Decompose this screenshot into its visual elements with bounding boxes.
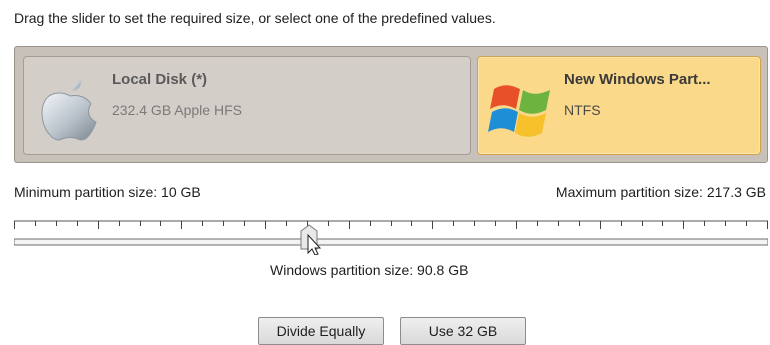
partition-title: Local Disk (*) [112,71,208,88]
partition-subtitle: NTFS [564,102,601,118]
slider-track [14,238,768,246]
partition-subtitle: 232.4 GB Apple HFS [112,102,242,118]
apple-icon [41,80,97,141]
maximum-size-label: Maximum partition size: 217.3 GB [555,184,766,200]
partition-card-new-windows[interactable]: New Windows Part... NTFS [477,56,761,155]
slider-ticks [14,221,768,229]
use-32gb-button[interactable]: Use 32 GB [400,317,526,345]
windows-partition-size-label: Windows partition size: 90.8 GB [270,262,469,278]
instruction-text: Drag the slider to set the required size… [14,10,496,26]
divide-equally-button[interactable]: Divide Equally [258,317,384,345]
minimum-size-label: Minimum partition size: 10 GB [14,184,201,200]
partition-size-slider[interactable] [14,213,768,255]
partition-card-local-disk[interactable]: Local Disk (*) 232.4 GB Apple HFS [23,56,471,155]
windows-logo-icon [488,85,550,137]
slider-thumb[interactable] [300,224,322,255]
partition-panel: Local Disk (*) 232.4 GB Apple HFS New Wi… [14,46,768,163]
partition-title: New Windows Part... [564,71,711,88]
